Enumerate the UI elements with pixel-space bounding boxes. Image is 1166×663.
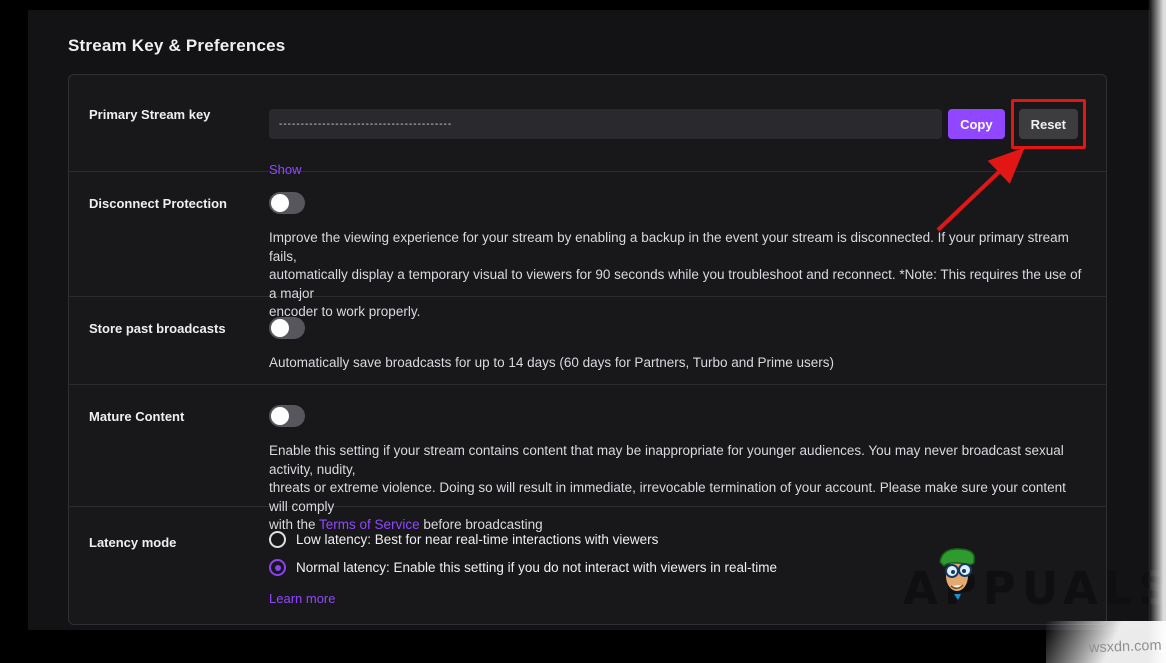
store-past-broadcasts-label: Store past broadcasts [89, 317, 269, 384]
disconnect-protection-description: Improve the viewing experience for your … [269, 229, 1086, 322]
terms-of-service-link[interactable]: Terms of Service [319, 517, 420, 532]
stream-preferences-card: Primary Stream key Copy Reset Show Disco… [68, 74, 1107, 625]
latency-option-normal-label: Normal latency: Enable this setting if y… [296, 560, 777, 575]
primary-stream-key-label: Primary Stream key [89, 99, 269, 171]
store-past-broadcasts-toggle[interactable] [269, 317, 305, 339]
toggle-knob [271, 319, 289, 337]
settings-page-background: Stream Key & Preferences Primary Stream … [28, 10, 1150, 630]
site-watermark: wsxdn.com [1089, 638, 1162, 657]
mature-content-description: Enable this setting if your stream conta… [269, 442, 1086, 535]
reset-button[interactable]: Reset [1019, 109, 1078, 139]
screenshot-root: Stream Key & Preferences Primary Stream … [0, 0, 1166, 663]
toggle-knob [271, 407, 289, 425]
mature-content-toggle[interactable] [269, 405, 305, 427]
stream-key-input[interactable] [269, 109, 942, 139]
appuals-mascot-icon [936, 546, 982, 605]
copy-button[interactable]: Copy [948, 109, 1005, 139]
disconnect-protection-toggle[interactable] [269, 192, 305, 214]
mature-content-label: Mature Content [89, 405, 269, 506]
latency-mode-label: Latency mode [89, 531, 269, 624]
disconnect-protection-label: Disconnect Protection [89, 192, 269, 296]
radio-selected-icon[interactable] [269, 559, 286, 576]
show-key-link[interactable]: Show [269, 162, 302, 177]
latency-option-low-label: Low latency: Best for near real-time int… [296, 532, 658, 547]
row-mature-content: Mature Content Enable this setting if yo… [69, 385, 1106, 507]
row-primary-stream-key: Primary Stream key Copy Reset Show [69, 75, 1106, 172]
page-title: Stream Key & Preferences [68, 36, 285, 56]
learn-more-link[interactable]: Learn more [269, 591, 335, 606]
reset-highlight-box: Reset [1011, 99, 1086, 149]
store-past-broadcasts-description: Automatically save broadcasts for up to … [269, 354, 1086, 373]
radio-unselected-icon[interactable] [269, 531, 286, 548]
toggle-knob [271, 194, 289, 212]
row-disconnect-protection: Disconnect Protection Improve the viewin… [69, 172, 1106, 297]
scan-edge-gradient [1148, 0, 1166, 663]
